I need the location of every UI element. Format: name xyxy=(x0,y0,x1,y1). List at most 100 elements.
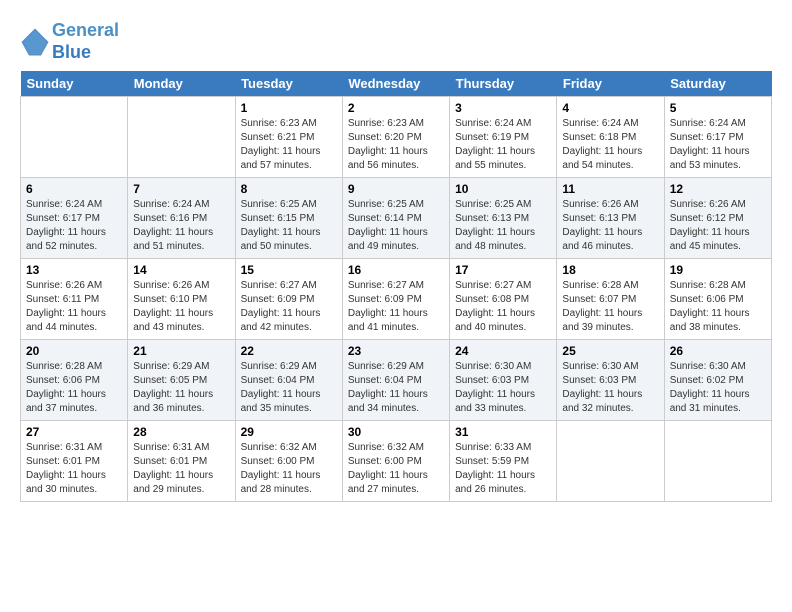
day-number: 11 xyxy=(562,182,658,196)
day-info: Sunrise: 6:24 AM Sunset: 6:18 PM Dayligh… xyxy=(562,117,658,173)
day-number: 22 xyxy=(241,344,337,358)
day-info: Sunrise: 6:25 AM Sunset: 6:14 PM Dayligh… xyxy=(348,198,444,254)
day-number: 27 xyxy=(26,425,122,439)
day-info: Sunrise: 6:25 AM Sunset: 6:13 PM Dayligh… xyxy=(455,198,551,254)
day-info: Sunrise: 6:26 AM Sunset: 6:13 PM Dayligh… xyxy=(562,198,658,254)
day-info: Sunrise: 6:31 AM Sunset: 6:01 PM Dayligh… xyxy=(26,441,122,497)
weekday-header: Thursday xyxy=(450,71,557,97)
day-number: 25 xyxy=(562,344,658,358)
calendar-cell: 9 Sunrise: 6:25 AM Sunset: 6:14 PM Daylig… xyxy=(342,178,449,259)
day-number: 20 xyxy=(26,344,122,358)
day-info: Sunrise: 6:28 AM Sunset: 6:07 PM Dayligh… xyxy=(562,279,658,335)
day-number: 13 xyxy=(26,263,122,277)
day-info: Sunrise: 6:28 AM Sunset: 6:06 PM Dayligh… xyxy=(26,360,122,416)
day-number: 9 xyxy=(348,182,444,196)
day-info: Sunrise: 6:23 AM Sunset: 6:20 PM Dayligh… xyxy=(348,117,444,173)
calendar-cell: 5Sunrise: 6:24 AM Sunset: 6:17 PM Daylig… xyxy=(664,97,771,178)
calendar-cell: 27 Sunrise: 6:31 AM Sunset: 6:01 PM Dayli… xyxy=(21,421,128,502)
day-info: Sunrise: 6:28 AM Sunset: 6:06 PM Dayligh… xyxy=(670,279,766,335)
calendar-cell: 28 Sunrise: 6:31 AM Sunset: 6:01 PM Dayli… xyxy=(128,421,235,502)
day-info: Sunrise: 6:32 AM Sunset: 6:00 PM Dayligh… xyxy=(241,441,337,497)
logo-icon xyxy=(20,27,50,57)
day-info: Sunrise: 6:27 AM Sunset: 6:08 PM Dayligh… xyxy=(455,279,551,335)
day-info: Sunrise: 6:24 AM Sunset: 6:17 PM Dayligh… xyxy=(26,198,122,254)
day-info: Sunrise: 6:27 AM Sunset: 6:09 PM Dayligh… xyxy=(348,279,444,335)
calendar-cell: 29 Sunrise: 6:32 AM Sunset: 6:00 PM Dayli… xyxy=(235,421,342,502)
calendar-cell: 7 Sunrise: 6:24 AM Sunset: 6:16 PM Daylig… xyxy=(128,178,235,259)
calendar-cell: 30 Sunrise: 6:32 AM Sunset: 6:00 PM Dayli… xyxy=(342,421,449,502)
day-number: 30 xyxy=(348,425,444,439)
calendar-cell: 1 Sunrise: 6:23 AM Sunset: 6:21 PM Daylig… xyxy=(235,97,342,178)
calendar-cell: 3 Sunrise: 6:24 AM Sunset: 6:19 PM Daylig… xyxy=(450,97,557,178)
calendar-cell: 20 Sunrise: 6:28 AM Sunset: 6:06 PM Dayli… xyxy=(21,340,128,421)
calendar-cell: 14Sunrise: 6:26 AM Sunset: 6:10 PM Dayli… xyxy=(128,259,235,340)
day-number: 7 xyxy=(133,182,229,196)
logo-text: General Blue xyxy=(52,20,119,63)
calendar-cell: 26Sunrise: 6:30 AM Sunset: 6:02 PM Dayli… xyxy=(664,340,771,421)
day-number: 28 xyxy=(133,425,229,439)
weekday-header: Saturday xyxy=(664,71,771,97)
day-info: Sunrise: 6:29 AM Sunset: 6:04 PM Dayligh… xyxy=(348,360,444,416)
day-info: Sunrise: 6:30 AM Sunset: 6:03 PM Dayligh… xyxy=(562,360,658,416)
day-number: 29 xyxy=(241,425,337,439)
calendar-cell: 13 Sunrise: 6:26 AM Sunset: 6:11 PM Dayli… xyxy=(21,259,128,340)
weekday-header: Sunday xyxy=(21,71,128,97)
day-info: Sunrise: 6:33 AM Sunset: 5:59 PM Dayligh… xyxy=(455,441,551,497)
day-info: Sunrise: 6:24 AM Sunset: 6:16 PM Dayligh… xyxy=(133,198,229,254)
weekday-header: Monday xyxy=(128,71,235,97)
calendar-cell: 22 Sunrise: 6:29 AM Sunset: 6:04 PM Dayli… xyxy=(235,340,342,421)
day-number: 16 xyxy=(348,263,444,277)
day-info: Sunrise: 6:26 AM Sunset: 6:10 PM Dayligh… xyxy=(133,279,229,335)
calendar-cell: 11 Sunrise: 6:26 AM Sunset: 6:13 PM Dayli… xyxy=(557,178,664,259)
calendar-week-row: 20 Sunrise: 6:28 AM Sunset: 6:06 PM Dayli… xyxy=(21,340,772,421)
day-number: 15 xyxy=(241,263,337,277)
calendar-cell: 4 Sunrise: 6:24 AM Sunset: 6:18 PM Daylig… xyxy=(557,97,664,178)
calendar-cell xyxy=(21,97,128,178)
day-number: 1 xyxy=(241,101,337,115)
day-info: Sunrise: 6:26 AM Sunset: 6:11 PM Dayligh… xyxy=(26,279,122,335)
calendar-cell: 6 Sunrise: 6:24 AM Sunset: 6:17 PM Daylig… xyxy=(21,178,128,259)
calendar-cell: 2Sunrise: 6:23 AM Sunset: 6:20 PM Daylig… xyxy=(342,97,449,178)
calendar-week-row: 1 Sunrise: 6:23 AM Sunset: 6:21 PM Daylig… xyxy=(21,97,772,178)
calendar-cell: 8 Sunrise: 6:25 AM Sunset: 6:15 PM Daylig… xyxy=(235,178,342,259)
day-info: Sunrise: 6:23 AM Sunset: 6:21 PM Dayligh… xyxy=(241,117,337,173)
weekday-header: Friday xyxy=(557,71,664,97)
day-number: 8 xyxy=(241,182,337,196)
calendar-cell xyxy=(664,421,771,502)
calendar-cell: 15Sunrise: 6:27 AM Sunset: 6:09 PM Dayli… xyxy=(235,259,342,340)
day-number: 26 xyxy=(670,344,766,358)
logo: General Blue xyxy=(20,20,119,63)
calendar-cell: 10Sunrise: 6:25 AM Sunset: 6:13 PM Dayli… xyxy=(450,178,557,259)
day-info: Sunrise: 6:29 AM Sunset: 6:04 PM Dayligh… xyxy=(241,360,337,416)
calendar-cell: 19 Sunrise: 6:28 AM Sunset: 6:06 PM Dayli… xyxy=(664,259,771,340)
calendar-cell: 21 Sunrise: 6:29 AM Sunset: 6:05 PM Dayli… xyxy=(128,340,235,421)
day-number: 12 xyxy=(670,182,766,196)
calendar-cell xyxy=(128,97,235,178)
day-info: Sunrise: 6:25 AM Sunset: 6:15 PM Dayligh… xyxy=(241,198,337,254)
day-number: 21 xyxy=(133,344,229,358)
calendar-table: SundayMondayTuesdayWednesdayThursdayFrid… xyxy=(20,71,772,502)
weekday-header-row: SundayMondayTuesdayWednesdayThursdayFrid… xyxy=(21,71,772,97)
day-info: Sunrise: 6:32 AM Sunset: 6:00 PM Dayligh… xyxy=(348,441,444,497)
calendar-cell: 16 Sunrise: 6:27 AM Sunset: 6:09 PM Dayli… xyxy=(342,259,449,340)
calendar-week-row: 13 Sunrise: 6:26 AM Sunset: 6:11 PM Dayli… xyxy=(21,259,772,340)
calendar-cell: 12Sunrise: 6:26 AM Sunset: 6:12 PM Dayli… xyxy=(664,178,771,259)
calendar-cell: 24Sunrise: 6:30 AM Sunset: 6:03 PM Dayli… xyxy=(450,340,557,421)
calendar-cell xyxy=(557,421,664,502)
day-number: 17 xyxy=(455,263,551,277)
day-info: Sunrise: 6:31 AM Sunset: 6:01 PM Dayligh… xyxy=(133,441,229,497)
day-number: 6 xyxy=(26,182,122,196)
day-number: 3 xyxy=(455,101,551,115)
day-number: 31 xyxy=(455,425,551,439)
calendar-cell: 31 Sunrise: 6:33 AM Sunset: 5:59 PM Dayli… xyxy=(450,421,557,502)
calendar-cell: 18Sunrise: 6:28 AM Sunset: 6:07 PM Dayli… xyxy=(557,259,664,340)
day-number: 19 xyxy=(670,263,766,277)
day-number: 24 xyxy=(455,344,551,358)
calendar-cell: 17 Sunrise: 6:27 AM Sunset: 6:08 PM Dayli… xyxy=(450,259,557,340)
day-info: Sunrise: 6:29 AM Sunset: 6:05 PM Dayligh… xyxy=(133,360,229,416)
day-info: Sunrise: 6:24 AM Sunset: 6:19 PM Dayligh… xyxy=(455,117,551,173)
weekday-header: Wednesday xyxy=(342,71,449,97)
day-number: 4 xyxy=(562,101,658,115)
weekday-header: Tuesday xyxy=(235,71,342,97)
day-number: 23 xyxy=(348,344,444,358)
